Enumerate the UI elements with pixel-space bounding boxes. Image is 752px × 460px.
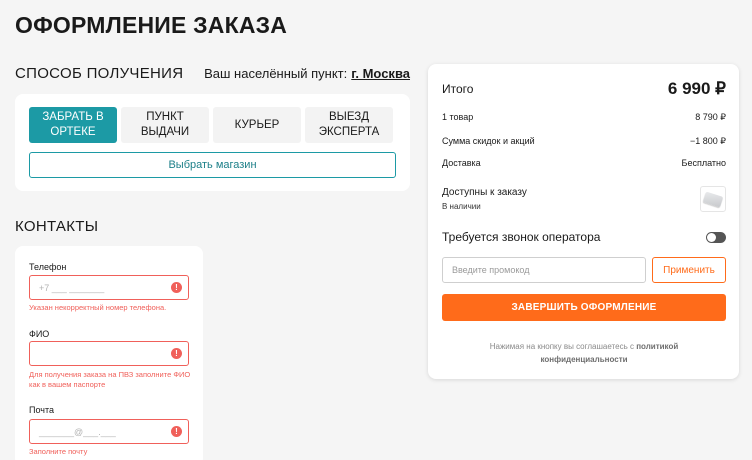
tab-courier[interactable]: КУРЬЕР xyxy=(213,107,301,143)
tab-expert-visit[interactable]: ВЫЕЗД ЭКСПЕРТА xyxy=(305,107,393,143)
delivery-section-title: СПОСОБ ПОЛУЧЕНИЯ xyxy=(15,65,184,82)
delivery-tabs: ЗАБРАТЬ В ОРТЕКЕ ПУНКТ ВЫДАЧИ КУРЬЕР ВЫЕ… xyxy=(29,107,393,143)
email-placeholder: _______@___.___ xyxy=(39,426,116,437)
toggle-knob xyxy=(707,232,716,242)
name-error: Для получения заказа на ПВЗ заполните ФИ… xyxy=(29,370,191,389)
items-label: 1 товар xyxy=(442,112,474,122)
exclamation-icon: ! xyxy=(171,348,182,359)
city-link[interactable]: г. Москва xyxy=(351,66,410,81)
phone-placeholder: +7 ___ _______ xyxy=(39,282,105,293)
tab-pickup-point[interactable]: ПУНКТ ВЫДАЧИ xyxy=(121,107,209,143)
items-row: 1 товар 8 790 ₽ xyxy=(442,110,726,124)
city-selector: Ваш населённый пункт: г. Москва xyxy=(204,66,410,81)
contacts-card: Телефон +7 ___ _______ ! Указан некоррек… xyxy=(15,246,203,460)
available-text: Доступны к заказу В наличии xyxy=(442,187,527,211)
delivery-row: Доставка Бесплатно xyxy=(442,156,726,170)
legal-notice: Нажимая на кнопку вы соглашаетесь с поли… xyxy=(458,340,710,366)
available-status: В наличии xyxy=(442,202,481,211)
phone-error: Указан некорректный номер телефона. xyxy=(29,303,167,312)
discount-value: −1 800 ₽ xyxy=(689,135,726,146)
operator-call-label: Требуется звонок оператора xyxy=(442,230,601,244)
page-title: ОФОРМЛЕНИЕ ЗАКАЗА xyxy=(15,12,288,38)
finish-order-button[interactable]: ЗАВЕРШИТЬ ОФОРМЛЕНИЕ xyxy=(442,294,726,321)
apply-promo-button[interactable]: Применить xyxy=(652,257,726,283)
delivery-value: Бесплатно xyxy=(681,158,726,168)
legal-text: Нажимая на кнопку вы соглашаетесь с xyxy=(489,342,634,351)
exclamation-icon: ! xyxy=(171,426,182,437)
exclamation-icon: ! xyxy=(171,282,182,293)
total-label: Итого xyxy=(442,82,474,96)
choose-store-button[interactable]: Выбрать магазин xyxy=(29,152,396,178)
product-image-icon xyxy=(702,190,724,208)
contacts-section-title: КОНТАКТЫ xyxy=(15,218,99,235)
email-field[interactable]: _______@___.___ ! xyxy=(29,419,189,444)
delivery-card: ЗАБРАТЬ В ОРТЕКЕ ПУНКТ ВЫДАЧИ КУРЬЕР ВЫЕ… xyxy=(15,94,410,191)
promo-code-input[interactable] xyxy=(442,257,646,283)
items-value: 8 790 ₽ xyxy=(695,111,726,122)
name-label: ФИО xyxy=(29,329,50,339)
delivery-section-header: СПОСОБ ПОЛУЧЕНИЯ Ваш населённый пункт: г.… xyxy=(15,65,410,82)
phone-field[interactable]: +7 ___ _______ ! xyxy=(29,275,189,300)
tab-pickup-store[interactable]: ЗАБРАТЬ В ОРТЕКЕ xyxy=(29,107,117,143)
total-row: Итого 6 990 ₽ xyxy=(442,78,726,100)
discount-label: Сумма скидок и акций xyxy=(442,136,535,146)
name-field[interactable]: ! xyxy=(29,341,189,366)
available-row: Доступны к заказу В наличии xyxy=(442,184,726,214)
available-title: Доступны к заказу xyxy=(442,187,527,198)
email-error: Заполните почту xyxy=(29,447,88,456)
delivery-label: Доставка xyxy=(442,158,481,168)
email-label: Почта xyxy=(29,405,54,415)
total-value: 6 990 ₽ xyxy=(667,79,726,98)
product-thumbnail[interactable] xyxy=(700,186,726,212)
operator-call-row: Требуется звонок оператора xyxy=(442,229,726,245)
discount-row: Сумма скидок и акций −1 800 ₽ xyxy=(442,134,726,148)
order-summary-card: Итого 6 990 ₽ 1 товар 8 790 ₽ Сумма скид… xyxy=(428,64,739,379)
operator-call-toggle[interactable] xyxy=(706,231,726,243)
phone-label: Телефон xyxy=(29,262,67,272)
city-prefix: Ваш населённый пункт: xyxy=(204,66,348,81)
